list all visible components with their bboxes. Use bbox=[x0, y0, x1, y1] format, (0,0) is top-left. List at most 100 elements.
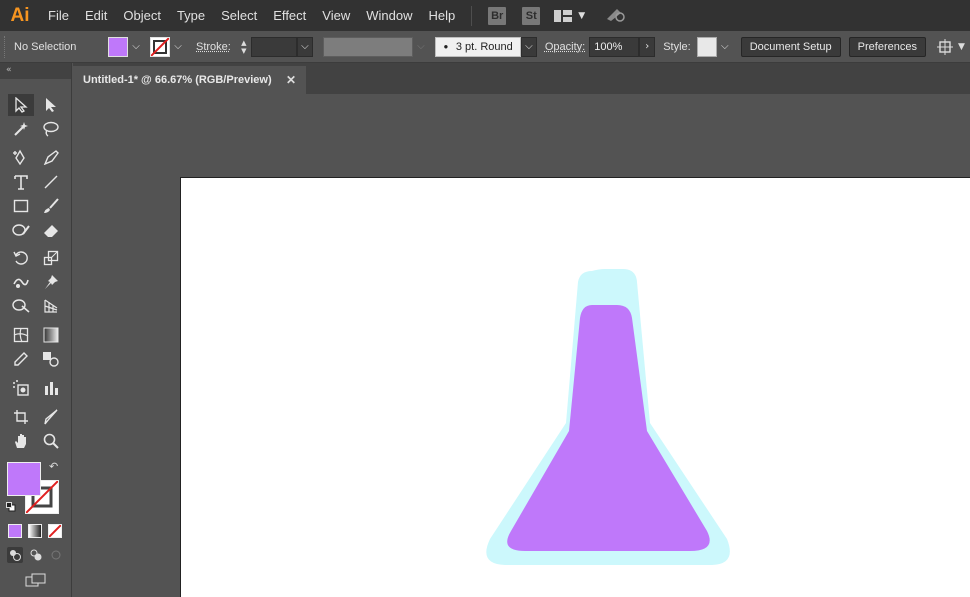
opacity-expand[interactable]: › bbox=[639, 36, 656, 57]
gradient-tool[interactable] bbox=[38, 324, 64, 346]
menu-bar: Ai File Edit Object Type Select Effect V… bbox=[0, 0, 970, 31]
direct-selection-tool[interactable] bbox=[38, 94, 64, 116]
default-colors-icon bbox=[6, 502, 16, 512]
artboard-tool[interactable] bbox=[8, 406, 34, 428]
arrange-documents-button[interactable]: ▼ bbox=[936, 38, 965, 55]
blend-icon bbox=[43, 352, 59, 367]
opacity-input[interactable]: 100% bbox=[589, 36, 640, 57]
document-tab-bar: Untitled-1* @ 66.67% (RGB/Preview) ✕ bbox=[73, 63, 970, 94]
brush-dot-icon: ● bbox=[443, 42, 449, 51]
eyedropper-tool[interactable] bbox=[8, 348, 34, 370]
line-segment-tool[interactable] bbox=[38, 171, 64, 193]
tools-collapse[interactable]: « bbox=[0, 63, 71, 79]
curvature-tool[interactable] bbox=[38, 146, 64, 168]
variable-width-profile[interactable] bbox=[322, 36, 413, 57]
document-setup-button[interactable]: Document Setup bbox=[740, 36, 841, 57]
brush-definition[interactable]: ● 3 pt. Round bbox=[434, 36, 521, 57]
menu-view[interactable]: View bbox=[314, 0, 358, 31]
scale-icon bbox=[43, 250, 59, 266]
puppet-warp-tool[interactable] bbox=[38, 271, 64, 293]
paintbrush-icon bbox=[44, 198, 59, 213]
magic-wand-icon bbox=[14, 122, 28, 136]
eraser-icon bbox=[44, 225, 58, 237]
fill-swatch[interactable] bbox=[108, 36, 128, 57]
menu-edit[interactable]: Edit bbox=[77, 0, 115, 31]
no-stroke-icon bbox=[151, 37, 169, 56]
pin-icon bbox=[45, 275, 58, 289]
pen-tool[interactable] bbox=[8, 146, 34, 168]
type-tool[interactable] bbox=[8, 171, 34, 193]
stroke-dropdown[interactable]: ⌵ bbox=[170, 37, 186, 57]
symbol-sprayer-tool[interactable] bbox=[8, 377, 34, 399]
perspective-grid-tool[interactable] bbox=[38, 295, 64, 317]
flask-inner-shape[interactable] bbox=[507, 305, 710, 551]
gradient-mode-button[interactable] bbox=[28, 524, 42, 538]
menu-object[interactable]: Object bbox=[115, 0, 169, 31]
document-tab[interactable]: Untitled-1* @ 66.67% (RGB/Preview) ✕ bbox=[73, 66, 306, 94]
close-icon[interactable]: ✕ bbox=[286, 73, 296, 87]
chevron-down-icon: ▼ bbox=[957, 41, 965, 52]
scale-tool[interactable] bbox=[38, 247, 64, 269]
workspace-icon bbox=[554, 9, 573, 22]
draw-behind-button[interactable] bbox=[28, 547, 44, 563]
shape-builder-icon bbox=[12, 299, 30, 313]
graphic-style-dropdown[interactable]: ⌵ bbox=[717, 37, 733, 57]
mesh-tool[interactable] bbox=[8, 324, 34, 346]
artboard[interactable] bbox=[180, 177, 970, 597]
menu-type[interactable]: Type bbox=[169, 0, 213, 31]
menu-window[interactable]: Window bbox=[358, 0, 420, 31]
menu-effect[interactable]: Effect bbox=[265, 0, 314, 31]
direct-selection-icon bbox=[46, 98, 56, 112]
draw-inside-button[interactable] bbox=[48, 547, 64, 563]
selection-tool[interactable] bbox=[8, 94, 34, 116]
menu-help[interactable]: Help bbox=[420, 0, 463, 31]
fill-color-box[interactable] bbox=[7, 462, 41, 496]
rectangle-tool[interactable] bbox=[8, 195, 34, 217]
lasso-tool[interactable] bbox=[38, 118, 64, 140]
stroke-weight-stepper[interactable]: ▲ ▼ bbox=[237, 37, 251, 57]
hand-tool[interactable] bbox=[8, 430, 34, 452]
stroke-weight-input[interactable] bbox=[250, 36, 297, 57]
color-mode-button[interactable] bbox=[8, 524, 22, 538]
flask-artwork[interactable] bbox=[181, 178, 970, 597]
eraser-tool[interactable] bbox=[38, 219, 64, 241]
none-slash-icon bbox=[49, 525, 61, 537]
brush-definition-dropdown[interactable]: ⌵ bbox=[520, 36, 537, 57]
stroke-swatch[interactable] bbox=[150, 36, 170, 57]
shaper-tool[interactable] bbox=[8, 219, 34, 241]
rotate-tool[interactable] bbox=[8, 247, 34, 269]
hand-icon bbox=[15, 434, 26, 448]
menu-select[interactable]: Select bbox=[213, 0, 265, 31]
screen-mode-button[interactable] bbox=[24, 571, 48, 589]
slice-tool[interactable] bbox=[38, 406, 64, 428]
workspace-switcher[interactable]: ▼ bbox=[554, 9, 585, 23]
preferences-button[interactable]: Preferences bbox=[848, 36, 926, 57]
paintbrush-tool[interactable] bbox=[38, 195, 64, 217]
zoom-tool[interactable] bbox=[38, 430, 64, 452]
default-fill-stroke-button[interactable] bbox=[6, 501, 16, 512]
chevron-up-icon: ▲ bbox=[241, 38, 247, 47]
stroke-label[interactable]: Stroke: bbox=[196, 41, 231, 53]
blend-tool[interactable] bbox=[38, 348, 64, 370]
variable-width-dropdown[interactable]: ⌵ bbox=[413, 37, 429, 57]
bridge-button[interactable]: Br bbox=[488, 6, 507, 25]
draw-normal-icon bbox=[10, 550, 21, 561]
stock-button[interactable]: St bbox=[522, 6, 541, 25]
swap-fill-stroke-button[interactable]: ↶ bbox=[49, 460, 58, 473]
shape-builder-tool[interactable] bbox=[8, 295, 34, 317]
chevron-down-icon: ▼ bbox=[578, 10, 586, 21]
fill-dropdown[interactable]: ⌵ bbox=[128, 37, 144, 57]
stroke-weight-dropdown[interactable]: ⌵ bbox=[296, 36, 313, 57]
perspective-grid-icon bbox=[44, 299, 58, 313]
column-graph-tool[interactable] bbox=[38, 377, 64, 399]
gpu-performance-icon[interactable] bbox=[605, 5, 627, 26]
artboard-icon bbox=[14, 410, 28, 424]
warp-tool[interactable] bbox=[8, 271, 34, 293]
opacity-label[interactable]: Opacity: bbox=[545, 41, 585, 53]
graphic-style-swatch[interactable] bbox=[696, 36, 717, 57]
app-logo: Ai bbox=[10, 4, 30, 26]
magic-wand-tool[interactable] bbox=[8, 118, 34, 140]
menu-file[interactable]: File bbox=[40, 0, 77, 31]
draw-normal-button[interactable] bbox=[7, 547, 23, 563]
none-mode-button[interactable] bbox=[48, 524, 62, 538]
